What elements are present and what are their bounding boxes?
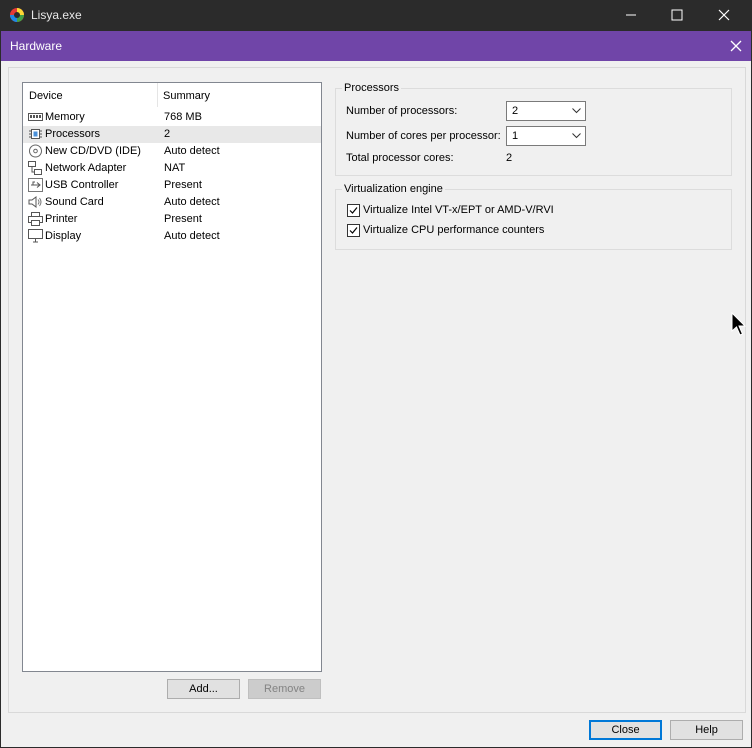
processor-icon [28, 127, 43, 141]
virtualize-perf-counters-checkbox[interactable] [347, 224, 360, 237]
group-title: Virtualization engine [342, 183, 445, 195]
list-header: Device Summary [23, 83, 321, 109]
device-summary: Auto detect [164, 145, 220, 157]
cores-per-processor-label: Number of cores per processor: [346, 130, 501, 142]
list-item-cd-dvd[interactable]: New CD/DVD (IDE) Auto detect [23, 143, 321, 160]
virtualize-vtx-checkbox[interactable] [347, 204, 360, 217]
virtualization-group: Virtualization engine Virtualize Intel V… [335, 183, 732, 250]
window-close-button[interactable] [701, 0, 747, 31]
device-name: Display [45, 230, 82, 242]
dialog-close-button[interactable] [725, 35, 747, 57]
selected-value: 1 [512, 130, 519, 142]
printer-icon [28, 212, 43, 226]
total-cores-value: 2 [506, 152, 513, 164]
close-button[interactable]: Close [589, 720, 662, 740]
network-adapter-icon [28, 161, 43, 175]
list-item-usb-controller[interactable]: USB Controller Present [23, 177, 321, 194]
device-name: USB Controller [45, 179, 119, 191]
close-icon [730, 40, 742, 52]
speaker-icon [28, 195, 43, 209]
dialog-title: Hardware [10, 39, 63, 53]
chevron-down-icon [572, 108, 581, 114]
device-name: New CD/DVD (IDE) [45, 145, 141, 157]
device-name: Memory [45, 111, 85, 123]
minimize-button[interactable] [608, 0, 654, 31]
list-item-display[interactable]: Display Auto detect [23, 228, 321, 245]
device-name: Processors [45, 128, 101, 140]
device-summary: 768 MB [164, 111, 202, 123]
num-processors-label: Number of processors: [346, 105, 458, 117]
list-item-memory[interactable]: Memory 768 MB [23, 109, 321, 126]
close-icon [718, 9, 730, 21]
usb-icon [28, 178, 43, 192]
memory-icon [28, 110, 43, 124]
checkmark-icon [349, 207, 358, 214]
device-name: Sound Card [45, 196, 104, 208]
device-summary: NAT [164, 162, 186, 174]
help-button[interactable]: Help [670, 720, 743, 740]
column-separator[interactable] [157, 83, 158, 107]
window-title: Lisya.exe [31, 8, 82, 22]
maximize-button[interactable] [654, 0, 700, 31]
dialog-titlebar[interactable]: Hardware [1, 31, 751, 61]
device-name: Printer [45, 213, 78, 225]
window-titlebar[interactable]: Lisya.exe [0, 0, 752, 31]
device-summary: Present [164, 213, 202, 225]
column-header-summary[interactable]: Summary [163, 90, 210, 102]
app-logo-icon [9, 7, 25, 23]
virtualize-perf-counters-label[interactable]: Virtualize CPU performance counters [363, 224, 544, 236]
maximize-icon [671, 9, 683, 21]
device-summary: Auto detect [164, 230, 220, 242]
chevron-down-icon [572, 133, 581, 139]
group-title: Processors [342, 82, 402, 94]
virtualize-vtx-label[interactable]: Virtualize Intel VT-x/EPT or AMD-V/RVI [363, 204, 554, 216]
dialog-content: Device Summary Memory 768 MB Processors … [8, 67, 746, 713]
mouse-cursor-icon [731, 312, 747, 336]
selected-value: 2 [512, 105, 519, 117]
remove-device-button[interactable]: Remove [248, 679, 321, 699]
total-cores-label: Total processor cores: [346, 152, 454, 164]
monitor-icon [28, 229, 43, 243]
num-processors-select[interactable]: 2 [506, 101, 586, 121]
device-summary: Present [164, 179, 202, 191]
device-name: Network Adapter [45, 162, 127, 174]
list-item-network-adapter[interactable]: Network Adapter NAT [23, 160, 321, 177]
device-summary: 2 [164, 128, 171, 140]
minimize-icon [626, 14, 636, 16]
cores-per-processor-select[interactable]: 1 [506, 126, 586, 146]
checkmark-icon [349, 227, 358, 234]
hardware-dialog: Hardware Device Summary Memory 768 MB Pr… [1, 31, 751, 747]
processors-group: Processors Number of processors: 2 Numbe… [335, 82, 732, 176]
cd-dvd-icon [28, 144, 43, 158]
add-device-button[interactable]: Add... [167, 679, 240, 699]
column-header-device[interactable]: Device [29, 90, 63, 102]
list-item-processors[interactable]: Processors 2 [23, 126, 321, 143]
device-list[interactable]: Device Summary Memory 768 MB Processors … [22, 82, 322, 672]
device-summary: Auto detect [164, 196, 220, 208]
list-item-printer[interactable]: Printer Present [23, 211, 321, 228]
list-item-sound-card[interactable]: Sound Card Auto detect [23, 194, 321, 211]
